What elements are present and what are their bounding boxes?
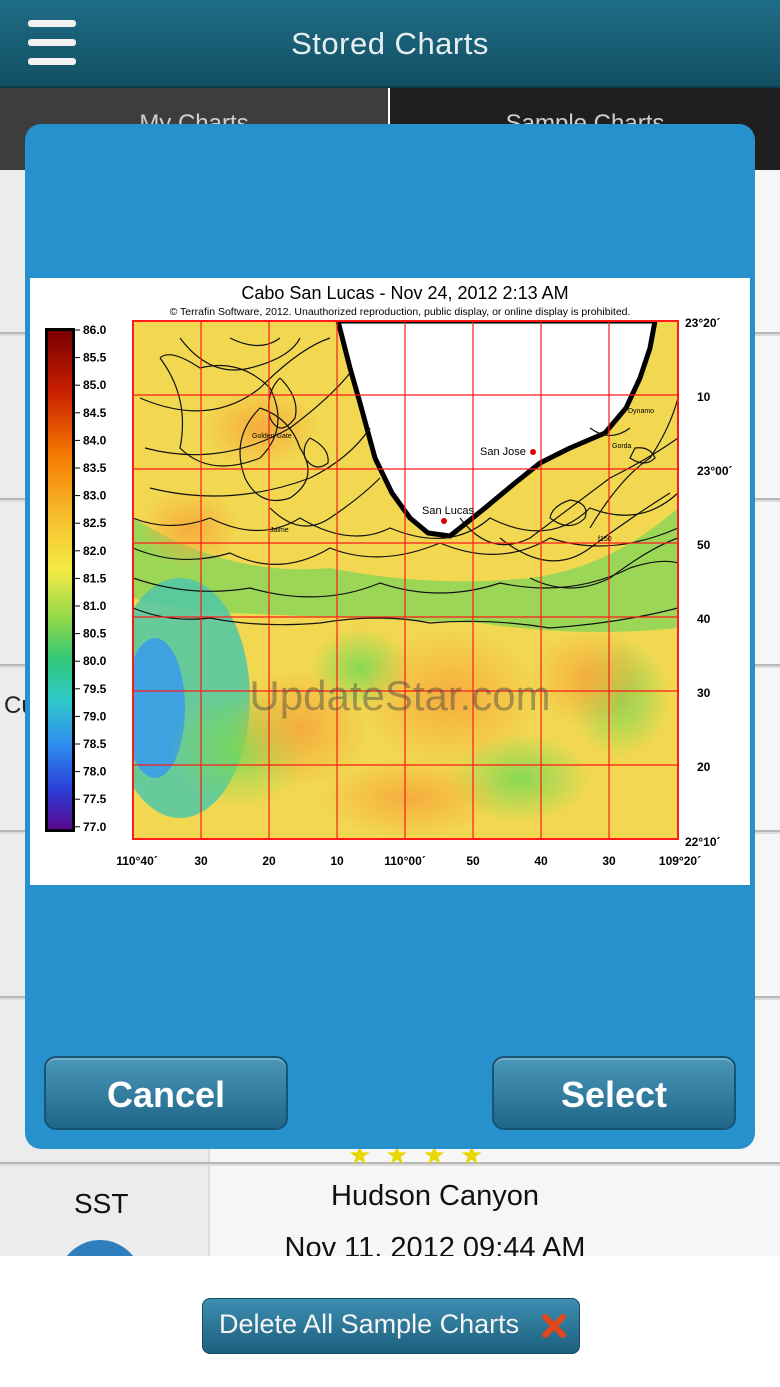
- label-f150: f150: [598, 536, 612, 543]
- x-tick-label: 40: [534, 854, 548, 868]
- chart-copyright: © Terrafin Software, 2012. Unauthorized …: [170, 306, 631, 318]
- colorbar-tick-label: 78.5: [83, 737, 107, 751]
- chart-type-label: SST: [74, 1188, 129, 1219]
- cancel-button[interactable]: Cancel: [44, 1056, 288, 1130]
- app-header: Stored Charts: [0, 0, 780, 88]
- delete-button-label: Delete All Sample Charts: [219, 1309, 520, 1339]
- san-lucas-marker: [441, 518, 447, 524]
- san-jose-marker: [530, 449, 536, 455]
- page-title: Stored Charts: [291, 26, 489, 61]
- colorbar-tick-label: 77.0: [83, 820, 107, 834]
- y-tick-label: 22°10´: [685, 835, 721, 849]
- y-tick-label: 50: [697, 538, 711, 552]
- x-tick-label: 110°40´: [116, 854, 158, 868]
- label-jaime: Jaime: [270, 527, 289, 534]
- x-tick-label: 30: [602, 854, 616, 868]
- colorbar-tick-label: 86.0: [83, 323, 107, 337]
- chart-preview-image: Cabo San Lucas - Nov 24, 2012 2:13 AM © …: [30, 278, 750, 885]
- colorbar-tick-label: 82.0: [83, 544, 107, 558]
- colorbar-tick-label: 85.0: [83, 378, 107, 392]
- label-dynamo: Dynamo: [628, 408, 654, 415]
- colorbar-tick-label: 80.5: [83, 627, 107, 641]
- delete-all-sample-charts-button[interactable]: Delete All Sample Charts: [202, 1298, 580, 1354]
- colorbar-tick-label: 82.5: [83, 516, 107, 530]
- y-tick-label: 30: [697, 686, 711, 700]
- x-tick-label: 109°20´: [659, 854, 701, 868]
- sst-map: [133, 321, 678, 839]
- watermark: UpdateStar.com: [249, 672, 550, 719]
- colorbar-tick-label: 83.0: [83, 489, 107, 503]
- label-san-jose: San Jose: [480, 446, 526, 458]
- x-tick-label: 20: [262, 854, 276, 868]
- x-tick-label: 30: [194, 854, 208, 868]
- y-tick-label: 10: [697, 390, 711, 404]
- colorbar-tick-label: 79.0: [83, 709, 107, 723]
- x-tick-label: 50: [466, 854, 480, 868]
- label-san-lucas: San Lucas: [422, 505, 474, 517]
- colorbar-tick-label: 79.5: [83, 682, 107, 696]
- bottom-bar: Delete All Sample Charts: [0, 1256, 780, 1387]
- sst-chart: Cabo San Lucas - Nov 24, 2012 2:13 AM © …: [45, 283, 733, 868]
- colorbar-tick-label: 83.5: [83, 461, 107, 475]
- chart-title: Cabo San Lucas - Nov 24, 2012 2:13 AM: [241, 283, 568, 303]
- x-tick-label: 110°00´: [384, 854, 426, 868]
- colorbar-tick-label: 85.5: [83, 351, 107, 365]
- x-tick-label: 10: [330, 854, 344, 868]
- colorbar-tick-label: 77.5: [83, 792, 107, 806]
- colorbar-tick-label: 84.5: [83, 406, 107, 420]
- y-tick-label: 23°20´: [685, 316, 721, 330]
- label-gorda: Gorda: [612, 443, 632, 450]
- colorbar-tick-label: 84.0: [83, 433, 107, 447]
- colorbar: [48, 331, 72, 829]
- red-x-icon: [542, 1314, 566, 1338]
- chart-preview-dialog: Cabo San Lucas - Nov 24, 2012 2:13 AM © …: [25, 124, 755, 1149]
- y-tick-label: 20: [697, 760, 711, 774]
- colorbar-tick-label: 81.5: [83, 571, 107, 585]
- y-tick-label: 23°00´: [697, 464, 733, 478]
- colorbar-tick-label: 81.0: [83, 599, 107, 613]
- label-golden-gate: Golden Gate: [252, 433, 292, 440]
- list-item-title: Hudson Canyon: [331, 1180, 539, 1212]
- y-tick-label: 40: [697, 612, 711, 626]
- colorbar-tick-label: 78.0: [83, 765, 107, 779]
- colorbar-tick-label: 80.0: [83, 654, 107, 668]
- select-button[interactable]: Select: [492, 1056, 736, 1130]
